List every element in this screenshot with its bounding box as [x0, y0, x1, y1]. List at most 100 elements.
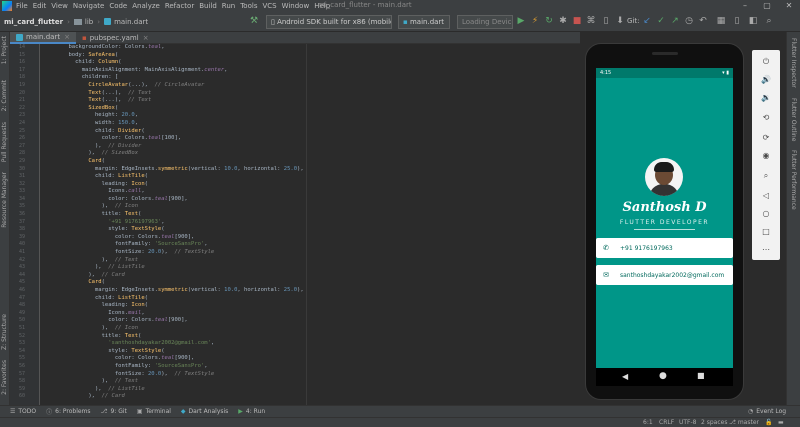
code-line: width: 150.0,: [42, 119, 139, 126]
stop-icon[interactable]: ■: [571, 15, 583, 27]
code-line: child: ListTile(: [42, 294, 148, 301]
menu-refactor[interactable]: Refactor: [165, 2, 194, 10]
hot-restart-icon[interactable]: ↻: [543, 15, 555, 27]
menu-vcs[interactable]: VCS: [262, 2, 276, 10]
menu-analyze[interactable]: Analyze: [132, 2, 160, 10]
profile-name: Santhosh D: [622, 200, 707, 215]
devices-selector[interactable]: Loading Devices...: [457, 15, 513, 29]
breadcrumb-project[interactable]: mi_card_flutter: [4, 18, 63, 26]
layout-inspector-icon[interactable]: ◧: [747, 15, 759, 27]
volume-down-icon[interactable]: 🔉: [752, 90, 780, 106]
pull-requests-tool-tab[interactable]: Pull Requests: [1, 122, 8, 162]
close-icon[interactable]: ✕: [778, 0, 800, 12]
menu-code[interactable]: Code: [109, 2, 127, 10]
problems-tool-button[interactable]: ⓘ 6: Problems: [46, 407, 90, 416]
caret-position[interactable]: 6:1: [643, 418, 653, 427]
indent-setting[interactable]: 2 spaces: [701, 418, 727, 427]
nav-recents-icon[interactable]: ■: [697, 371, 705, 380]
line-number: 28: [18, 150, 25, 157]
run-icon[interactable]: ▶: [515, 15, 527, 27]
overview-icon[interactable]: □: [752, 224, 780, 240]
project-tool-tab[interactable]: 1: Project: [1, 36, 8, 64]
git-tool-button[interactable]: ⎇ 9: Git: [101, 408, 127, 415]
tab-pubspec-yaml[interactable]: ▪ pubspec.yaml ×: [76, 32, 155, 44]
phone-card[interactable]: ✆ +91 9176197963: [596, 238, 733, 258]
code-line: Text(...), // Text: [88, 97, 152, 104]
run-tool-button[interactable]: ▶ 4: Run: [238, 408, 265, 415]
git-rollback-icon[interactable]: ↶: [697, 15, 709, 27]
code-line: child: Column(: [42, 59, 122, 66]
zoom-icon[interactable]: ⌕: [752, 168, 780, 184]
right-tool-strip: Flutter Inspector Flutter Outline Flutte…: [786, 32, 800, 405]
close-tab-icon[interactable]: ×: [143, 34, 149, 42]
tab-main-dart[interactable]: main.dart ×: [10, 32, 76, 44]
line-number: 60: [18, 393, 25, 400]
email-card[interactable]: ✉ santhoshdayakar2002@gmail.com: [596, 265, 733, 285]
menu-build[interactable]: Build: [199, 2, 217, 10]
tab-label: pubspec.yaml: [89, 34, 139, 42]
debug-icon[interactable]: ✱: [557, 15, 569, 27]
nav-back-icon[interactable]: ◀: [622, 372, 628, 381]
git-commit-icon[interactable]: ✓: [655, 15, 667, 27]
power-icon[interactable]: ⏻: [752, 54, 780, 70]
menu-run[interactable]: Run: [222, 2, 235, 10]
memory-indicator-icon[interactable]: ▬: [778, 418, 784, 427]
todo-tool-button[interactable]: ☰ TODO: [10, 408, 36, 415]
commit-tool-tab[interactable]: 2: Commit: [1, 80, 8, 111]
run-config-selector[interactable]: ▪ main.dart: [398, 15, 450, 29]
more-icon[interactable]: ⋯: [752, 242, 780, 258]
phone-call-icon: ✆: [603, 244, 609, 252]
hammer-icon[interactable]: ⚒: [248, 15, 260, 27]
breadcrumb-folder[interactable]: lib: [85, 18, 93, 26]
resource-manager-tool-tab[interactable]: Resource Manager: [1, 172, 8, 228]
line-separator[interactable]: CRLF: [659, 418, 674, 427]
menu-tools[interactable]: Tools: [240, 2, 257, 10]
volume-up-icon[interactable]: 🔊: [752, 72, 780, 88]
menu-edit[interactable]: Edit: [33, 2, 47, 10]
minimize-icon[interactable]: –: [734, 0, 756, 12]
git-push-icon[interactable]: ↗: [669, 15, 681, 27]
screenshot-icon[interactable]: ◉: [752, 148, 780, 164]
git-update-icon[interactable]: ↙: [641, 15, 653, 27]
device-manager-icon[interactable]: ▯: [600, 15, 612, 27]
dart-analysis-tool-button[interactable]: ◆ Dart Analysis: [181, 408, 228, 415]
menu-file[interactable]: File: [16, 2, 28, 10]
file-encoding[interactable]: UTF-8: [679, 418, 697, 427]
back-icon[interactable]: ◁: [752, 188, 780, 204]
line-number: 25: [18, 127, 25, 134]
git-branch[interactable]: ⎇ master: [729, 418, 759, 427]
breadcrumb-file[interactable]: main.dart: [114, 18, 148, 26]
line-number: 49: [18, 309, 25, 316]
avd-manager-icon[interactable]: ▯: [731, 15, 743, 27]
menu-window[interactable]: Window: [282, 2, 310, 10]
line-number-gutter[interactable]: 14 15 16 17 18 19 20 21 22 23 24 25 26 27 28 29 30 31 32 33…: [10, 44, 40, 405]
favorites-tool-tab[interactable]: 2: Favorites: [1, 360, 8, 395]
event-log-button[interactable]: ◔ Event Log: [748, 408, 786, 415]
flutter-outline-tab[interactable]: Flutter Outline: [790, 98, 797, 141]
terminal-tool-button[interactable]: ▣ Terminal: [137, 408, 171, 415]
device-selector[interactable]: ▯ Android SDK built for x86 (mobile): [266, 15, 392, 29]
project-structure-icon[interactable]: ▦: [715, 15, 727, 27]
code-line: ), // Icon: [42, 203, 139, 210]
git-history-icon[interactable]: ◷: [683, 15, 695, 27]
flutter-performance-tab[interactable]: Flutter Performance: [790, 150, 797, 210]
structure-tool-tab[interactable]: Z: Structure: [1, 314, 8, 350]
rotate-left-icon[interactable]: ⟲: [752, 110, 780, 126]
phone-screen[interactable]: 4:15 ▾ ▮ Santhosh D FLUTTER DEVELOPER ✆ …: [596, 68, 733, 368]
menu-navigate[interactable]: Navigate: [73, 2, 104, 10]
rotate-right-icon[interactable]: ⟳: [752, 130, 780, 146]
home-icon[interactable]: ○: [752, 206, 780, 222]
close-tab-icon[interactable]: ×: [64, 33, 70, 41]
git-label: Git:: [627, 17, 640, 25]
menu-view[interactable]: View: [51, 2, 68, 10]
maximize-icon[interactable]: ▢: [756, 0, 778, 12]
code-editor[interactable]: backgroundColor: Colors.teal, body: Safe…: [42, 44, 580, 405]
lock-icon[interactable]: 🔓: [765, 418, 772, 427]
nav-home-icon[interactable]: ●: [659, 371, 667, 381]
attach-icon[interactable]: ⌘: [585, 15, 597, 27]
search-everywhere-icon[interactable]: ⌕: [763, 15, 775, 27]
flutter-inspector-tab[interactable]: Flutter Inspector: [790, 38, 797, 88]
line-number: 29: [18, 157, 25, 164]
sdk-manager-icon[interactable]: ⬇: [614, 15, 626, 27]
hot-reload-icon[interactable]: ⚡: [529, 15, 541, 27]
